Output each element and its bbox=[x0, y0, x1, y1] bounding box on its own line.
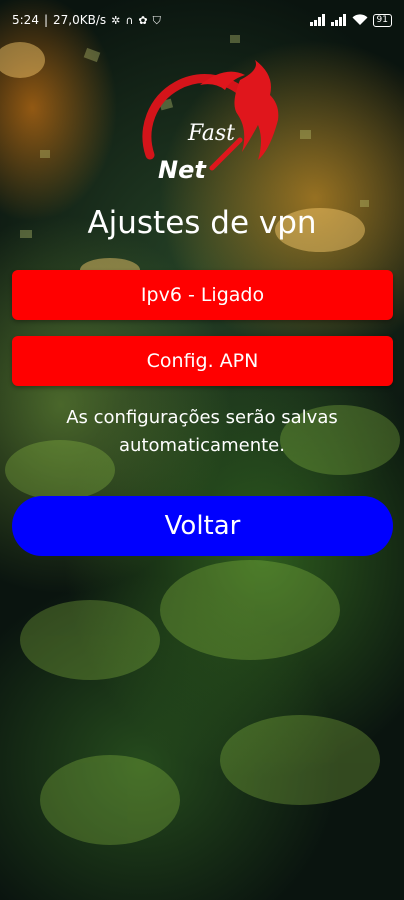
back-button[interactable]: Voltar bbox=[12, 496, 393, 556]
fastnet-logo: Fast Net bbox=[142, 60, 279, 184]
status-bar: 5:24 | 27,0KB/s ✲ ∩ ✿ ⛉ 91 bbox=[0, 0, 404, 40]
ipv6-toggle-button[interactable]: Ipv6 - Ligado bbox=[12, 270, 393, 320]
signal-icon bbox=[330, 14, 346, 26]
status-separator: | bbox=[43, 13, 48, 27]
battery-level: 91 bbox=[376, 14, 388, 25]
status-time: 5:24 bbox=[12, 13, 39, 27]
logo-fast-text: Fast bbox=[187, 121, 235, 146]
status-right: 91 bbox=[309, 13, 392, 27]
wifi-icon bbox=[352, 14, 368, 25]
apn-config-button[interactable]: Config. APN bbox=[12, 336, 393, 386]
battery-icon: 91 bbox=[372, 13, 392, 27]
network-speed: 27,0KB/s bbox=[53, 13, 107, 27]
status-left: 5:24 | 27,0KB/s ✲ ∩ ✿ ⛉ bbox=[12, 13, 161, 27]
settings-icon: ✿ bbox=[138, 13, 148, 27]
shield-icon: ⛉ bbox=[152, 13, 161, 27]
page-title: Ajustes de vpn bbox=[87, 205, 317, 241]
fan-icon: ✲ bbox=[111, 13, 121, 27]
headphones-icon: ∩ bbox=[125, 13, 134, 27]
signal-icon bbox=[309, 14, 325, 26]
logo-net-text: Net bbox=[158, 156, 207, 184]
autosave-notice: As configurações serão salvas automatica… bbox=[66, 407, 338, 456]
